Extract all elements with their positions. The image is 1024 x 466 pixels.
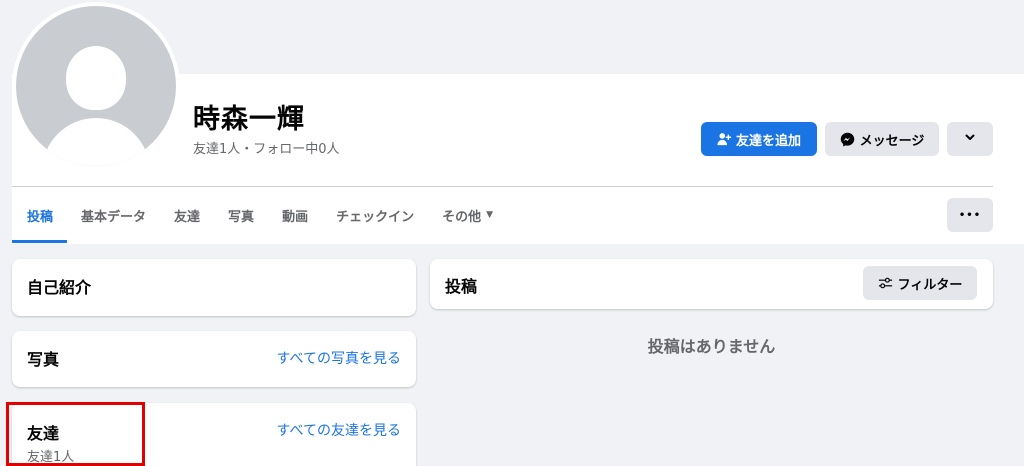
message-button[interactable]: メッセージ [825, 122, 939, 156]
no-posts-message: 投稿はありません [647, 337, 776, 356]
tab-about[interactable]: 基本データ [67, 187, 160, 243]
see-all-photos-link[interactable]: すべての写真を見る [277, 348, 401, 368]
tab-photos[interactable]: 写真 [214, 187, 268, 243]
filter-sliders-icon [878, 277, 893, 289]
intro-card: 自己紹介 [12, 259, 416, 316]
tab-posts[interactable]: 投稿 [12, 187, 68, 243]
filter-button[interactable]: フィルター [863, 266, 977, 300]
intro-title: 自己紹介 [27, 278, 92, 297]
posts-title: 投稿 [445, 277, 478, 296]
tab-videos[interactable]: 動画 [268, 187, 322, 243]
profile-tabs: 投稿 基本データ 友達 写真 動画 チェックイン その他 ▼ [12, 187, 507, 243]
photos-title: 写真 [27, 350, 60, 369]
tab-checkins[interactable]: チェックイン [322, 187, 428, 243]
tab-more[interactable]: その他 ▼ [428, 187, 507, 243]
default-avatar-icon [16, 6, 176, 166]
profile-options-button[interactable] [947, 122, 993, 156]
filter-label: フィルター [897, 277, 963, 293]
messenger-icon [840, 132, 855, 147]
photos-card: 写真 すべての写真を見る [12, 331, 416, 387]
add-friend-label: 友達を追加 [735, 133, 801, 149]
message-label: メッセージ [859, 133, 925, 149]
tab-friends[interactable]: 友達 [160, 187, 214, 243]
more-options-button[interactable]: ••• [947, 198, 993, 232]
see-all-friends-link[interactable]: すべての友達を見る [277, 420, 401, 440]
profile-name: 時森一輝 [193, 104, 305, 135]
person-plus-icon [717, 132, 731, 146]
chevron-down-icon [964, 131, 976, 147]
more-dots-icon: ••• [958, 209, 982, 221]
highlight-box [6, 402, 145, 466]
add-friend-button[interactable]: 友達を追加 [701, 122, 817, 156]
profile-avatar[interactable] [12, 2, 180, 170]
caret-down-icon: ▼ [486, 210, 494, 220]
friends-count-line[interactable]: 友達1人・フォロー中0人 [193, 138, 340, 157]
